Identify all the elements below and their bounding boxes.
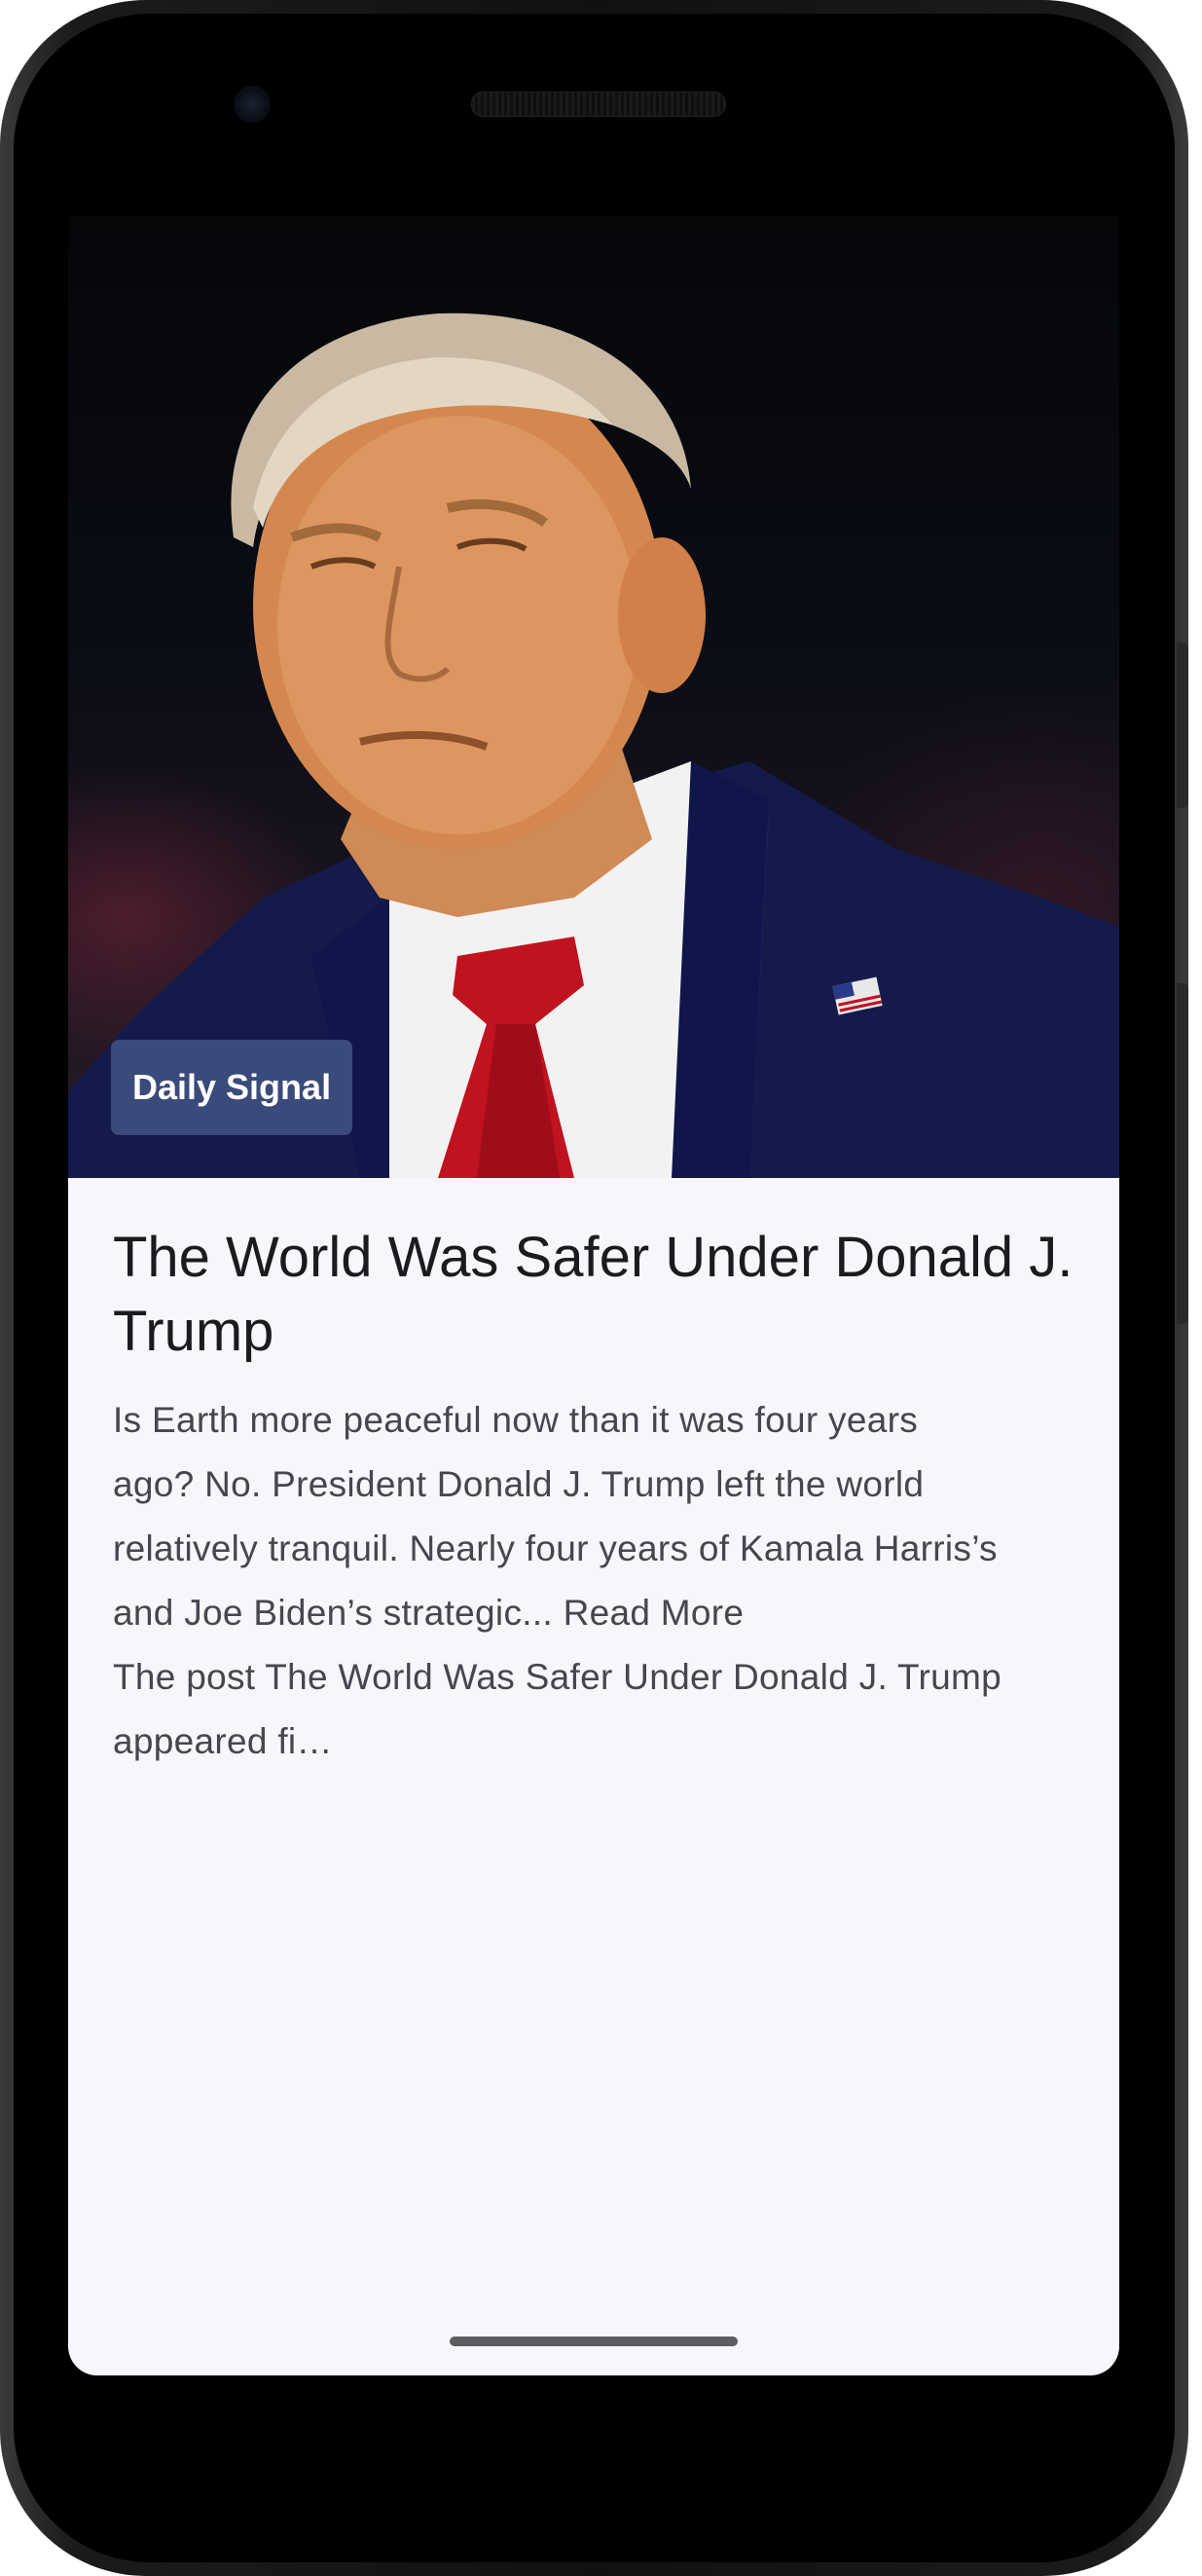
- article-photo: [68, 313, 1119, 1178]
- gesture-home-bar[interactable]: [450, 2337, 738, 2346]
- summary-line: Is Earth more peaceful now than it was f…: [113, 1400, 919, 1440]
- front-camera-icon: [234, 86, 271, 123]
- phone-frame: Daily Signal The World Was Safer Under D…: [0, 0, 1188, 2576]
- volume-button: [1177, 983, 1188, 1324]
- app-screen: Daily Signal The World Was Safer Under D…: [68, 216, 1119, 2375]
- article-image[interactable]: Daily Signal: [68, 216, 1119, 1178]
- summary-line: relatively tranquil. Nearly four years o…: [113, 1528, 998, 1568]
- earpiece-speaker-icon: [471, 92, 726, 117]
- article-content[interactable]: The World Was Safer Under Donald J. Trum…: [68, 1178, 1119, 1774]
- summary-line: and Joe Biden’s strategic... Read More: [113, 1593, 745, 1633]
- article-summary: Is Earth more peaceful now than it was f…: [113, 1388, 1075, 1774]
- summary-line: ago? No. President Donald J. Trump left …: [113, 1464, 925, 1504]
- article-title[interactable]: The World Was Safer Under Donald J. Trum…: [113, 1221, 1075, 1369]
- power-button: [1177, 643, 1188, 808]
- summary-line: appeared fi…: [113, 1721, 333, 1761]
- source-badge: Daily Signal: [111, 1040, 353, 1135]
- summary-line: The post The World Was Safer Under Donal…: [113, 1657, 1002, 1697]
